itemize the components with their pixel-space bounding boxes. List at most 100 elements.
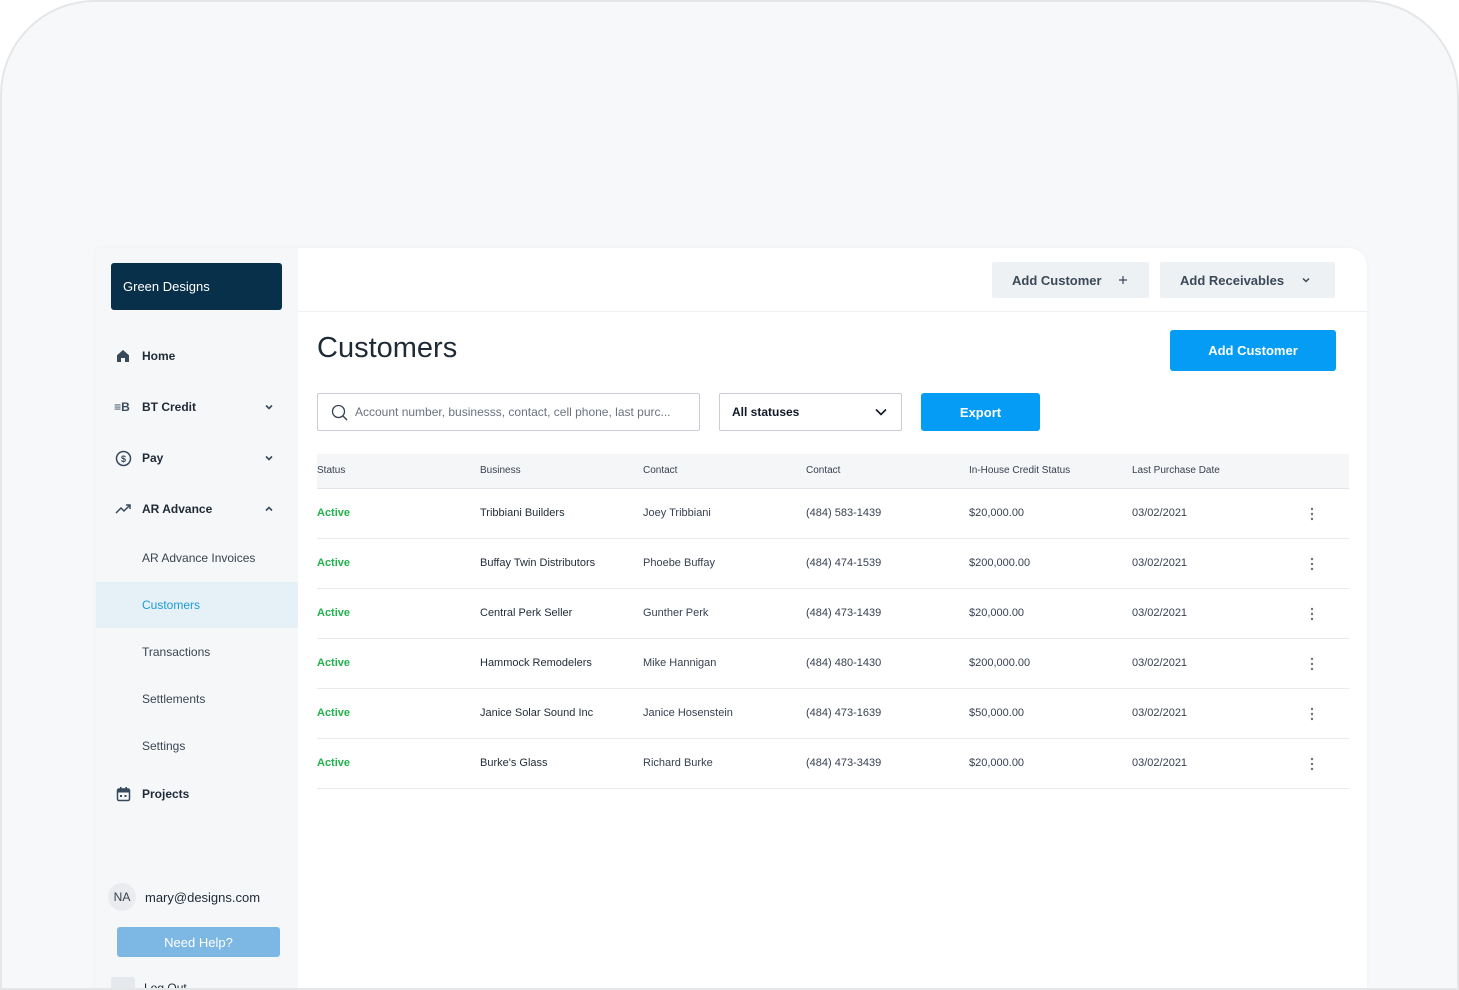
sidebar-item-bt-credit[interactable]: ≡B BT Credit — [96, 395, 298, 419]
kebab-menu-icon[interactable] — [1302, 604, 1322, 624]
table-row[interactable]: Active Hammock Remodelers Mike Hannigan … — [317, 639, 1349, 689]
home-icon — [114, 347, 132, 365]
phone-cell: (484) 480-1430 — [806, 657, 882, 669]
table-row[interactable]: Active Janice Solar Sound Inc Janice Hos… — [317, 689, 1349, 739]
bt-credit-icon: ≡B — [114, 400, 130, 414]
business-cell[interactable]: Burke's Glass — [480, 757, 548, 769]
sidebar-item-pay[interactable]: $ Pay — [96, 446, 298, 470]
search-input[interactable] — [355, 402, 691, 422]
table-header: Status Business Contact Contact In-House… — [317, 454, 1349, 489]
sidebar-item-projects[interactable]: Projects — [96, 782, 298, 806]
date-cell: 03/02/2021 — [1132, 607, 1188, 619]
svg-text:$: $ — [120, 454, 125, 464]
column-header-status: Status — [317, 465, 346, 476]
sidebar-subitem-label: Transactions — [142, 645, 211, 659]
table-row[interactable]: Active Central Perk Seller Gunther Perk … — [317, 589, 1349, 639]
sidebar-subitem-settings[interactable]: Settings — [96, 723, 298, 769]
contact-cell: Janice Hosenstein — [643, 707, 733, 719]
contact-cell: Gunther Perk — [643, 607, 709, 619]
credit-cell: $200,000.00 — [969, 657, 1031, 669]
search-icon — [331, 404, 349, 422]
chevron-up-icon[interactable] — [262, 502, 276, 516]
sidebar-item-label: AR Advance — [142, 502, 213, 516]
status-cell: Active — [317, 757, 351, 769]
phone-cell: (484) 474-1539 — [806, 557, 882, 569]
sidebar: Green Designs Home ≡B BT Credit $ Pay AR… — [96, 248, 298, 988]
sidebar-subitem-label: AR Advance Invoices — [142, 551, 256, 565]
topbar-add-receivables-button[interactable]: Add Receivables — [1160, 262, 1335, 298]
add-customer-button[interactable]: Add Customer — [1170, 330, 1336, 371]
column-header-contact-phone: Contact — [806, 465, 841, 476]
app-window: Green Designs Home ≡B BT Credit $ Pay AR… — [96, 248, 1367, 988]
status-filter-select[interactable]: All statuses — [719, 393, 902, 431]
business-cell[interactable]: Buffay Twin Distributors — [480, 557, 595, 569]
status-filter-value: All statuses — [732, 405, 800, 419]
date-cell: 03/02/2021 — [1132, 507, 1188, 519]
export-label: Export — [959, 404, 1002, 420]
topbar-add-receivables-label: Add Receivables — [1180, 272, 1285, 288]
contact-cell: Mike Hannigan — [643, 657, 717, 669]
table-row[interactable]: Active Burke's Glass Richard Burke (484)… — [317, 739, 1349, 789]
topbar-add-customer-button[interactable]: Add Customer — [992, 262, 1149, 298]
sidebar-subitem-customers[interactable]: Customers — [96, 582, 298, 628]
add-customer-label: Add Customer — [1208, 343, 1298, 358]
sidebar-item-ar-advance[interactable]: AR Advance — [96, 497, 298, 521]
device-frame: Green Designs Home ≡B BT Credit $ Pay AR… — [0, 0, 1459, 990]
credit-cell: $200,000.00 — [969, 557, 1031, 569]
sidebar-subitem-ar-advance-invoices[interactable]: AR Advance Invoices — [96, 535, 298, 581]
chevron-down-icon — [1299, 273, 1313, 287]
date-cell: 03/02/2021 — [1132, 707, 1188, 719]
org-switcher-button[interactable]: Green Designs — [111, 263, 282, 310]
contact-cell: Richard Burke — [643, 757, 713, 769]
customers-table: Status Business Contact Contact In-House… — [317, 454, 1349, 789]
chevron-down-icon[interactable] — [262, 451, 276, 465]
phone-cell: (484) 583-1439 — [806, 507, 882, 519]
calendar-icon — [114, 785, 132, 803]
date-cell: 03/02/2021 — [1132, 557, 1188, 569]
export-button[interactable]: Export — [921, 393, 1040, 431]
business-cell[interactable]: Janice Solar Sound Inc — [480, 707, 593, 719]
logout-icon[interactable] — [111, 977, 135, 988]
sidebar-subitem-settlements[interactable]: Settlements — [96, 676, 298, 722]
need-help-label: Need Help? — [164, 934, 233, 950]
status-cell: Active — [317, 657, 351, 669]
topbar-add-customer-label: Add Customer — [1012, 272, 1102, 288]
status-cell: Active — [317, 507, 351, 519]
page-title: Customers — [317, 332, 458, 364]
date-cell: 03/02/2021 — [1132, 757, 1188, 769]
column-header-contact: Contact — [643, 465, 678, 476]
plus-icon — [1116, 273, 1130, 287]
dollar-circle-icon: $ — [114, 449, 132, 467]
table-row[interactable]: Active Tribbiani Builders Joey Tribbiani… — [317, 489, 1349, 539]
kebab-menu-icon[interactable] — [1302, 754, 1322, 774]
date-cell: 03/02/2021 — [1132, 657, 1188, 669]
table-row[interactable]: Active Buffay Twin Distributors Phoebe B… — [317, 539, 1349, 589]
contact-cell: Joey Tribbiani — [643, 507, 711, 519]
sidebar-item-label: Pay — [142, 451, 164, 465]
need-help-button[interactable]: Need Help? — [117, 927, 280, 957]
search-field[interactable] — [317, 393, 700, 431]
kebab-menu-icon[interactable] — [1302, 554, 1322, 574]
kebab-menu-icon[interactable] — [1302, 704, 1322, 724]
logout-link[interactable]: Log Out — [144, 981, 187, 988]
sidebar-item-home[interactable]: Home — [96, 344, 298, 368]
chevron-down-icon[interactable] — [262, 400, 276, 414]
avatar: NA — [108, 883, 136, 911]
phone-cell: (484) 473-1439 — [806, 607, 882, 619]
user-profile[interactable]: NA mary@designs.com — [108, 883, 260, 911]
kebab-menu-icon[interactable] — [1302, 654, 1322, 674]
top-bar: Add Customer Add Receivables — [298, 248, 1367, 312]
column-header-credit-status: In-House Credit Status — [969, 465, 1071, 476]
kebab-menu-icon[interactable] — [1302, 504, 1322, 524]
sidebar-subitem-transactions[interactable]: Transactions — [96, 629, 298, 675]
business-cell[interactable]: Hammock Remodelers — [480, 657, 592, 669]
credit-cell: $20,000.00 — [969, 757, 1025, 769]
credit-cell: $20,000.00 — [969, 507, 1025, 519]
business-cell[interactable]: Tribbiani Builders — [480, 507, 565, 519]
credit-cell: $20,000.00 — [969, 607, 1025, 619]
sidebar-subitem-label: Settlements — [142, 692, 206, 706]
business-cell[interactable]: Central Perk Seller — [480, 607, 572, 619]
status-cell: Active — [317, 707, 351, 719]
sidebar-subitem-label: Customers — [142, 598, 201, 612]
credit-cell: $50,000.00 — [969, 707, 1025, 719]
